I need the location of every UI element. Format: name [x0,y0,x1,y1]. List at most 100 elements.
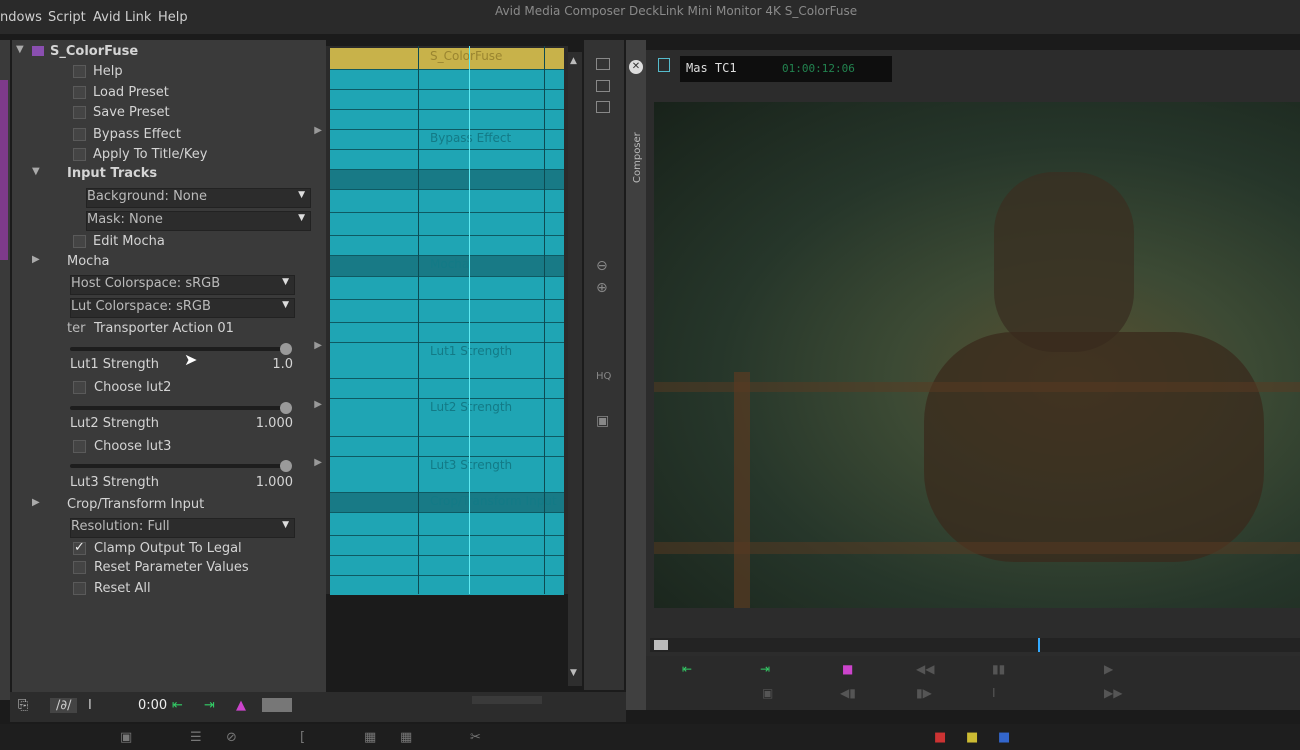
lut2-strength-value[interactable]: 1.000 [256,416,293,431]
extract-icon[interactable]: Ι [992,686,996,700]
help-checkbox[interactable] [73,65,86,78]
kf-row-choose-lut3[interactable] [330,436,564,457]
add-marker-icon[interactable]: ■ [842,662,853,676]
keyframe-tool-icon[interactable] [596,58,610,70]
keyframe-expand-icon[interactable]: ▶ [314,457,322,468]
mark-out-icon[interactable]: ⇥ [760,662,770,676]
fast-forward-icon[interactable]: ▶▶ [1104,686,1122,700]
effect-scrollbar[interactable]: ▲ ▼ [568,52,582,686]
position-indicator[interactable] [1038,638,1040,652]
timecode-display[interactable]: Mas TC1 01:00:12:06 [680,56,892,82]
background-dropdown[interactable]: Background: None ▼ [86,188,311,208]
grid-icon[interactable]: ▦ [400,730,412,745]
kf-row-host-colorspace[interactable] [330,276,564,300]
play-reverse-icon[interactable]: ◀◀ [916,662,934,676]
edit-mocha-checkbox[interactable] [73,235,86,248]
apply-title-key-checkbox[interactable] [73,148,86,161]
edit-mocha-row[interactable]: Edit Mocha [12,232,326,252]
kf-row-save-preset[interactable] [330,109,564,130]
step-icon[interactable]: ▮▮ [992,662,1005,676]
kf-row-apply-title[interactable] [330,149,564,170]
composer-tab[interactable]: Composer [630,115,644,185]
choose-lut2-checkbox[interactable] [73,381,86,394]
menu-script[interactable]: Script [48,10,86,25]
kf-row-crop-transform[interactable]: Crop/Transform Input [330,492,564,513]
keyframe-expand-icon[interactable]: ▶ [314,399,322,410]
kf-row-lut3-strength[interactable]: Lut3 Strength [330,456,564,493]
lut3-strength-value[interactable]: 1.000 [256,475,293,490]
kf-row-help[interactable] [330,69,564,90]
menu-avid-link[interactable]: Avid Link [93,10,151,25]
lift-icon[interactable]: ▮▶ [916,686,932,700]
lut-colorspace-dropdown[interactable]: Lut Colorspace: sRGB ▼ [70,298,295,318]
kf-row-clamp[interactable] [330,535,564,556]
effect-header-row[interactable]: ▼ S_ColorFuse [12,42,326,62]
transporter-action-button[interactable]: Transporter Action 01 [94,321,234,336]
bracket-icon[interactable]: [ [300,730,305,745]
choose-lut3-row[interactable]: Choose lut3 [12,437,326,457]
add-keyframe-icon[interactable]: ▲ [236,698,246,713]
zoom-out-icon[interactable]: ⊖ [596,258,608,274]
kf-row-load-preset[interactable] [330,89,564,110]
menu-windows[interactable]: ndows [0,10,42,25]
splice-icon[interactable]: ▣ [762,686,773,700]
crop-transform-group[interactable]: ▶ Crop/Transform Input [12,495,326,515]
overwrite-icon[interactable]: ◀▮ [840,686,856,700]
keyframe-track-area[interactable]: S_ColorFuse Bypass Effect Mocha Lut1 Str… [326,46,568,595]
yellow-marker-icon[interactable]: ■ [966,730,978,745]
clamp-output-row[interactable]: Clamp Output To Legal [12,539,326,559]
horizontal-scrollbar[interactable] [472,696,542,704]
motion-icon[interactable]: ∕∂∕ [50,698,78,713]
load-preset-row[interactable]: Load Preset [12,83,326,103]
clamp-output-checkbox[interactable] [73,540,86,555]
load-preset-checkbox[interactable] [73,86,86,99]
keyframe-expand-icon[interactable]: ▶ [314,340,322,351]
choose-lut2-row[interactable]: Choose lut2 [12,378,326,398]
step-back-icon[interactable]: ⇤ [172,698,183,713]
kf-row-mask[interactable] [330,212,564,236]
apply-title-key-row[interactable]: Apply To Title/Key [12,145,326,165]
keyframe-tool-icon[interactable] [596,80,610,92]
red-marker-icon[interactable]: ■ [934,730,946,745]
lut1-strength-slider[interactable] [70,343,292,355]
kf-row-edit-mocha[interactable] [330,235,564,256]
bypass-effect-row[interactable]: Bypass Effect ▶ [12,125,326,145]
step-forward-icon[interactable]: ⇥ [204,698,215,713]
lut1-strength-value[interactable]: 1.0 [272,357,293,372]
video-frame[interactable] [654,102,1300,608]
kf-row-background[interactable] [330,189,564,213]
position-handle[interactable] [654,640,668,650]
timecode-value[interactable]: 0:00 [138,698,167,713]
timecode-track-label[interactable]: Mas TC1 [686,61,737,75]
reset-all-checkbox[interactable] [73,582,86,595]
color-swatch[interactable] [262,698,292,712]
blue-marker-icon[interactable]: ■ [998,730,1010,745]
mark-in-icon[interactable]: ⇤ [682,662,692,676]
menu-lines-icon[interactable]: ☰ [190,730,202,745]
position-bar[interactable] [650,638,1300,652]
kf-row-lut1-strength[interactable]: Lut1 Strength [330,342,564,379]
kf-row-choose-lut2[interactable] [330,378,564,399]
lut1-strength-knob[interactable] [280,343,292,355]
lut3-strength-slider[interactable] [70,460,292,472]
kf-row-lut2-strength[interactable]: Lut2 Strength [330,398,564,437]
scroll-up-icon[interactable]: ▲ [570,56,577,66]
kf-row-reset-all[interactable] [330,575,564,595]
save-preset-row[interactable]: Save Preset [12,103,326,123]
kf-row-input-tracks[interactable] [330,169,564,190]
choose-lut3-checkbox[interactable] [73,440,86,453]
no-icon[interactable]: ⊘ [226,730,237,745]
reset-all-row[interactable]: Reset All [12,579,326,599]
kf-row-mocha[interactable]: Mocha [330,255,564,277]
reset-params-checkbox[interactable] [73,561,86,574]
text-cursor-icon[interactable]: Ι [88,698,92,713]
expand-triangle-icon[interactable]: ▶ [32,497,40,508]
kf-row-reset-params[interactable] [330,555,564,576]
host-colorspace-dropdown[interactable]: Host Colorspace: sRGB ▼ [70,275,295,295]
expand-triangle-icon[interactable]: ▼ [32,166,40,177]
kf-row-lut-colorspace[interactable] [330,299,564,323]
lut2-strength-slider[interactable] [70,402,292,414]
play-icon[interactable]: ▶ [1104,662,1113,676]
resolution-dropdown[interactable]: Resolution: Full ▼ [70,518,295,538]
collapse-triangle-icon[interactable]: ▼ [16,44,24,55]
